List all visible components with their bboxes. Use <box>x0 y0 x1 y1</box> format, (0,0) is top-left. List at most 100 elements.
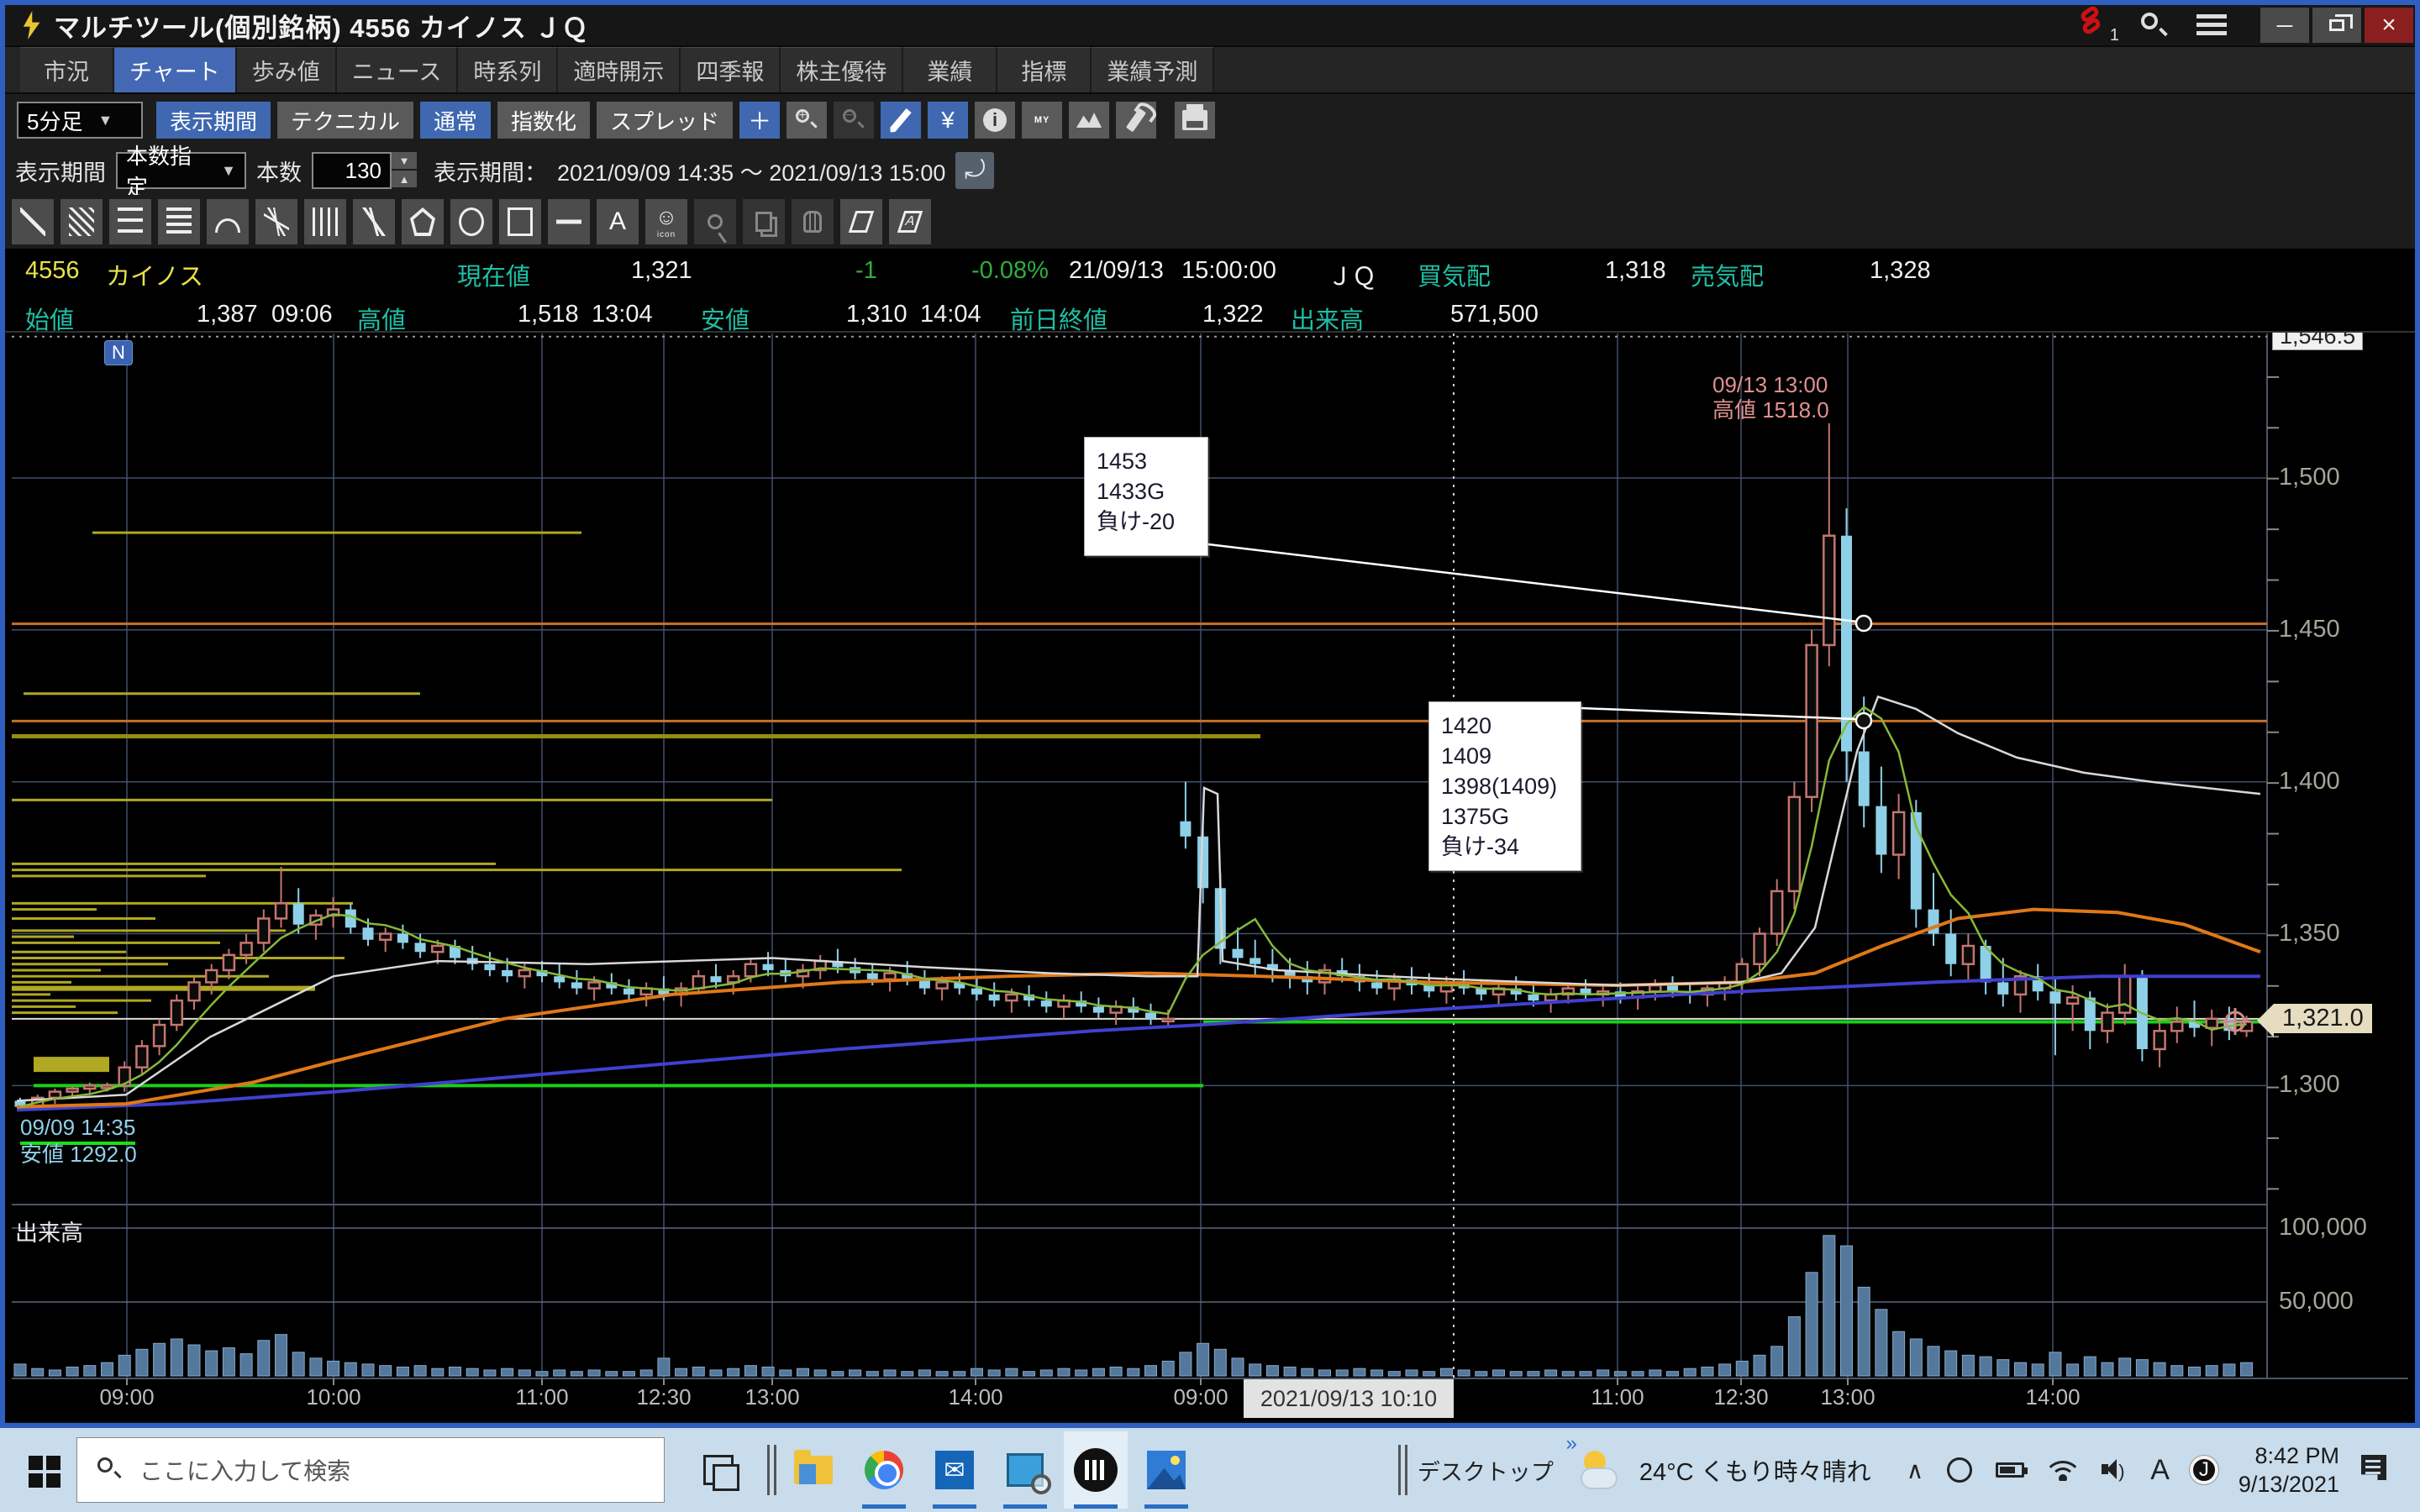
ellipse-tool[interactable] <box>450 199 492 244</box>
taskbar-app-chrome[interactable] <box>852 1431 916 1509</box>
search-icon[interactable] <box>2139 11 2168 39</box>
window-title: マルチツール(個別銘柄) 4556 カイノス ＪＱ <box>54 7 588 45</box>
toolbar-button-表示期間[interactable]: 表示期間 <box>156 102 271 139</box>
pin-tool[interactable] <box>694 199 736 244</box>
crosshair-icon: ＋ <box>748 103 771 137</box>
news-badge[interactable]: N <box>104 340 133 365</box>
close-button[interactable]: × <box>2365 8 2413 43</box>
wrench-button[interactable] <box>1116 102 1156 139</box>
count-input[interactable]: 130 <box>312 152 392 189</box>
time-tick-label: 14:00 <box>948 1384 1002 1410</box>
taskbar-clock[interactable]: 8:42 PM 9/13/2021 <box>2238 1441 2339 1499</box>
taskbar-search[interactable]: ここに入力して検索 <box>76 1437 665 1503</box>
tab-市況[interactable]: 市況 <box>20 47 114 92</box>
current-value: 1,321 <box>631 257 692 285</box>
trend-fan-tool[interactable] <box>353 199 395 244</box>
start-button[interactable] <box>29 1456 43 1470</box>
interval-dropdown[interactable]: 5分足▼ <box>17 102 143 139</box>
chart-area[interactable]: 1,5001,4501,4001,3501,300100,00050,00009… <box>5 333 2415 1421</box>
desktop-toolbar[interactable]: デスクトップ» <box>1418 1454 1554 1487</box>
print-button[interactable] <box>1175 102 1215 139</box>
vertical-lines-tool[interactable] <box>304 199 346 244</box>
quote-time: 15:00:00 <box>1181 257 1276 285</box>
search-icon <box>97 1457 123 1483</box>
tab-チャート[interactable]: チャート <box>114 47 237 92</box>
taskbar-app-mail[interactable]: ✉ <box>923 1431 986 1509</box>
onedrive-icon[interactable] <box>1947 1457 1972 1483</box>
taskbar-app-explorer[interactable] <box>781 1431 845 1509</box>
toolbar-button-通常[interactable]: 通常 <box>420 102 491 139</box>
drawing-toolbar: A ☺icon A <box>5 195 2415 249</box>
my-chart-button[interactable]: MY <box>1022 102 1062 139</box>
emoji-tool[interactable]: ☺icon <box>645 199 687 244</box>
speaker-icon[interactable]: ) <box>2102 1459 2127 1481</box>
eraser-all-tool[interactable]: A <box>889 199 931 244</box>
task-view-button[interactable] <box>703 1455 734 1485</box>
taskbar-app-trade[interactable] <box>1064 1431 1128 1509</box>
crosshair-button[interactable]: ＋ <box>739 102 780 139</box>
toolbar-main: 5分足▼ 表示期間テクニカル通常指数化スプレッド ＋ +− ¥ iMY <box>5 94 2415 146</box>
fan-lines-tool[interactable] <box>255 199 297 244</box>
parallel-lines-tool[interactable] <box>60 199 103 244</box>
copy-tool[interactable] <box>743 199 785 244</box>
pencil-button[interactable] <box>881 102 921 139</box>
toolbar-button-スプレッド[interactable]: スプレッド <box>597 102 733 139</box>
toolbar-button-テクニカル[interactable]: テクニカル <box>277 102 413 139</box>
tab-ニュース[interactable]: ニュース <box>337 47 459 92</box>
text-icon: A <box>605 207 630 236</box>
clock-time: 8:42 PM <box>2254 1443 2339 1468</box>
horizontal-segment-icon <box>556 207 581 236</box>
ime-mode[interactable]: A <box>2150 1454 2170 1487</box>
area-chart-button[interactable] <box>1069 102 1109 139</box>
pentagon-tool[interactable] <box>402 199 444 244</box>
yen-button[interactable]: ¥ <box>928 102 968 139</box>
action-center-icon[interactable] <box>2361 1455 2395 1485</box>
horizontal-lines-4-tool[interactable] <box>158 199 200 244</box>
text-tool[interactable]: A <box>597 199 639 244</box>
wifi-icon[interactable] <box>2048 1459 2078 1481</box>
hidden-icons-chevron[interactable]: ∧ <box>1907 1457 1924 1484</box>
rectangle-tool[interactable] <box>499 199 541 244</box>
eraser-tool[interactable] <box>840 199 882 244</box>
rectangle-icon <box>508 207 533 236</box>
weather-icon[interactable] <box>1579 1449 1626 1491</box>
tab-業績予測[interactable]: 業績予測 <box>1092 47 1214 92</box>
quote-row-2: 始値 1,387 09:06 高値 1,518 13:04 安値 1,310 1… <box>5 292 2415 333</box>
toolbar-button-指数化[interactable]: 指数化 <box>497 102 590 139</box>
taskbar: ここに入力して検索 ✉ デスクトップ» 24°C くもり時々晴れ ∧ ) A J… <box>0 1428 2420 1512</box>
link-icon[interactable]: 1 <box>2081 8 2118 42</box>
range-label: 表示期間： <box>434 155 547 187</box>
tab-指標[interactable]: 指標 <box>997 47 1092 92</box>
hand-tool[interactable] <box>792 199 834 244</box>
taskbar-divider <box>1398 1445 1401 1495</box>
zoom-in-button[interactable]: + <box>786 102 827 139</box>
tab-適時開示[interactable]: 適時開示 <box>558 47 681 92</box>
fibonacci-arc-tool[interactable] <box>207 199 249 244</box>
tab-歩み値[interactable]: 歩み値 <box>237 47 337 92</box>
ime-lang-icon[interactable]: J <box>2190 1456 2218 1484</box>
count-stepper[interactable]: ▼▲ <box>392 152 417 189</box>
volume-pane-label: 出来高 <box>15 1215 83 1247</box>
reset-range-button[interactable]: ⤾ <box>955 152 994 189</box>
range-value: 2021/09/09 14:35 ～ 2021/09/13 15:00 <box>557 155 945 187</box>
menu-icon[interactable] <box>2196 14 2227 36</box>
horizontal-segment-tool[interactable] <box>548 199 590 244</box>
taskbar-app-photos[interactable] <box>1134 1431 1198 1509</box>
zoom-out-icon: − <box>843 109 865 131</box>
period-mode-dropdown[interactable]: 本数指定▼ <box>116 152 246 189</box>
yen-icon: ¥ <box>941 107 955 134</box>
tab-四季報[interactable]: 四季報 <box>681 47 781 92</box>
tab-業績[interactable]: 業績 <box>903 47 997 92</box>
tab-時系列[interactable]: 時系列 <box>458 47 558 92</box>
high-annotation: 09/13 13:00高値 1518.0 <box>1712 372 1829 423</box>
taskbar-app-snip[interactable] <box>993 1431 1057 1509</box>
tab-株主優待[interactable]: 株主優待 <box>781 47 903 92</box>
info-button[interactable]: i <box>975 102 1015 139</box>
trend-line-tool[interactable] <box>12 199 54 244</box>
battery-icon[interactable] <box>1996 1462 2024 1478</box>
minimize-button[interactable]: ─ <box>2260 8 2309 43</box>
zoom-out-button[interactable]: − <box>834 102 874 139</box>
horizontal-lines-3-tool[interactable] <box>109 199 151 244</box>
restore-button[interactable] <box>2312 8 2361 43</box>
weather-text[interactable]: 24°C くもり時々晴れ <box>1639 1452 1871 1488</box>
